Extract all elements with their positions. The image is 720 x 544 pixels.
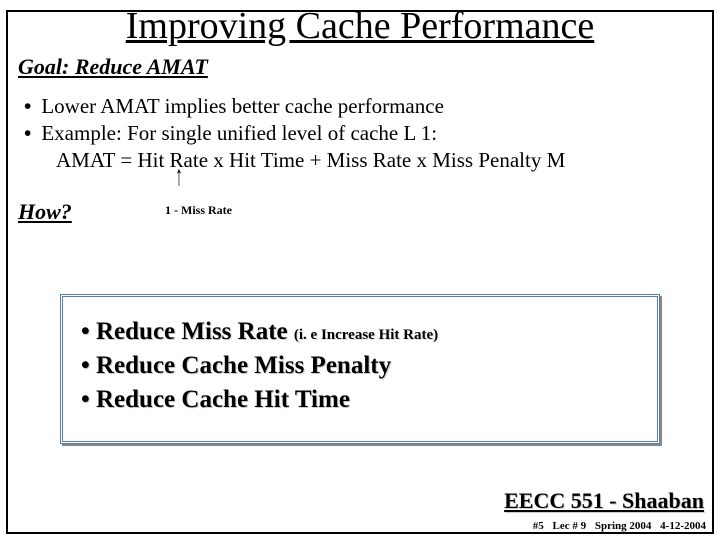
footer-term: Spring 2004 [595, 520, 652, 532]
method-1-main: • Reduce Miss Rate [81, 318, 288, 345]
footer-meta: #5 Lec # 9 Spring 2004 4-12-2004 [527, 520, 706, 532]
methods-box: • Reduce Miss Rate (i. e Increase Hit Ra… [60, 294, 660, 444]
up-arrow-icon: ↑ [175, 164, 183, 193]
slide-border [6, 10, 714, 534]
how-row: How? ↑ 1 - Miss Rate [0, 193, 720, 233]
method-1: • Reduce Miss Rate (i. e Increase Hit Ra… [81, 315, 639, 349]
method-2: • Reduce Cache Miss Penalty [81, 349, 639, 383]
method-1-sub: (i. e Increase Hit Rate) [294, 327, 438, 343]
footer-date: 4-12-2004 [660, 520, 706, 532]
method-3: • Reduce Cache Hit Time [81, 383, 639, 417]
miss-rate-note: 1 - Miss Rate [165, 203, 232, 218]
arrow-annotation: ↑ [175, 169, 183, 187]
how-heading: How? [18, 199, 72, 225]
footer-slide-num: #5 [533, 520, 544, 532]
footer-course: EECC 551 - Shaaban [502, 488, 706, 514]
footer-lecture-num: Lec # 9 [553, 520, 587, 532]
